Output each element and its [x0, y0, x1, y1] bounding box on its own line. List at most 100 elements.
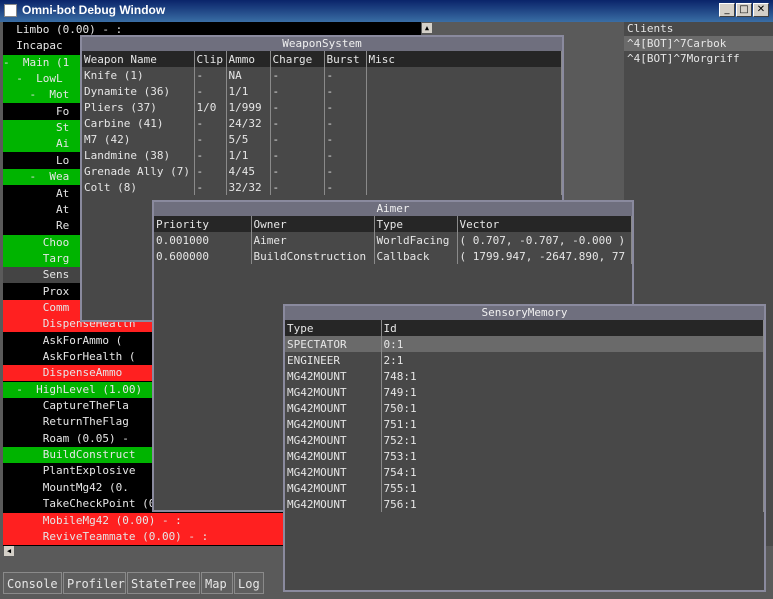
- table-cell: 0.001000: [154, 232, 252, 248]
- table-cell: 756:1: [381, 496, 764, 512]
- table-cell: MG42MOUNT: [285, 432, 382, 448]
- table-cell: 0.600000: [154, 248, 252, 264]
- column-header[interactable]: Charge: [270, 51, 325, 67]
- table-cell: 750:1: [381, 400, 764, 416]
- table-cell: BuildConstruction: [251, 248, 375, 264]
- sensory-table: Type Id SPECTATOR 0:1 ENGINEER 2:1 MG42MOUNT 7…: [285, 320, 764, 512]
- table-cell: [366, 115, 562, 131]
- column-header[interactable]: Type: [285, 320, 382, 336]
- table-cell: NA: [226, 67, 271, 83]
- scroll-left-icon[interactable]: ◀: [4, 546, 14, 556]
- table-cell: -: [194, 179, 227, 195]
- tab-profiler[interactable]: Profiler: [63, 572, 126, 594]
- aimer-table: Priority Owner Type Vector 0.001000 Aimer Wor…: [154, 216, 632, 264]
- table-row[interactable]: MG42MOUNT 749:1: [285, 384, 764, 400]
- tab-log[interactable]: Log: [234, 572, 264, 594]
- table-row[interactable]: 0.600000 BuildConstruction Callback( 1799.…: [154, 248, 632, 264]
- table-cell: -: [194, 163, 227, 179]
- table-cell: [366, 83, 562, 99]
- table-cell: Colt (8): [82, 179, 195, 195]
- table-cell: ( 1799.947, -2647.890, 77: [457, 248, 632, 264]
- table-cell: [366, 179, 562, 195]
- table-cell: 0:1: [381, 336, 764, 352]
- column-header[interactable]: Id: [381, 320, 764, 336]
- table-row[interactable]: MG42MOUNT 755:1: [285, 480, 764, 496]
- scroll-up-icon[interactable]: ▲: [422, 23, 432, 33]
- table-cell: -: [194, 147, 227, 163]
- table-cell: ( 0.707, -0.707, -0.000 ): [457, 232, 632, 248]
- table-cell: Callback: [374, 248, 458, 264]
- table-cell: -: [270, 131, 325, 147]
- table-cell: 4/45: [226, 163, 271, 179]
- table-row[interactable]: SPECTATOR 0:1: [285, 336, 764, 352]
- column-header[interactable]: Ammo: [226, 51, 271, 67]
- table-cell: -: [324, 99, 367, 115]
- clients-header: Clients: [627, 22, 674, 35]
- column-header[interactable]: Weapon Name: [82, 51, 195, 67]
- table-cell: 749:1: [381, 384, 764, 400]
- minimize-button[interactable]: _: [719, 3, 735, 17]
- table-cell: ENGINEER: [285, 352, 382, 368]
- table-row[interactable]: ENGINEER 2:1: [285, 352, 764, 368]
- table-row[interactable]: Landmine (38) -1/1- -: [82, 147, 562, 163]
- table-cell: 1/1: [226, 83, 271, 99]
- table-cell: MG42MOUNT: [285, 416, 382, 432]
- table-cell: MG42MOUNT: [285, 480, 382, 496]
- table-row[interactable]: MG42MOUNT 753:1: [285, 448, 764, 464]
- table-row[interactable]: MG42MOUNT 751:1: [285, 416, 764, 432]
- table-cell: -: [270, 147, 325, 163]
- column-header[interactable]: Clip: [194, 51, 227, 67]
- app-icon: [4, 4, 17, 17]
- table-row[interactable]: Pliers (37) 1/0 1/999- -: [82, 99, 562, 115]
- table-row[interactable]: Colt (8) -32/32- -: [82, 179, 562, 195]
- table-cell: [366, 67, 562, 83]
- table-cell: 5/5: [226, 131, 271, 147]
- table-row[interactable]: MG42MOUNT 754:1: [285, 464, 764, 480]
- client-item[interactable]: ^4[BOT]^7Morgriff: [624, 51, 773, 66]
- table-cell: MG42MOUNT: [285, 384, 382, 400]
- table-cell: MG42MOUNT: [285, 368, 382, 384]
- table-cell: 748:1: [381, 368, 764, 384]
- table-row[interactable]: Dynamite (36) -1/1- -: [82, 83, 562, 99]
- tab-statetree[interactable]: StateTree: [127, 572, 200, 594]
- table-row[interactable]: Knife (1) - NA - -: [82, 67, 562, 83]
- table-cell: SPECTATOR: [285, 336, 382, 352]
- table-cell: -: [270, 179, 325, 195]
- column-header[interactable]: Vector: [457, 216, 632, 232]
- sensory-memory-title: SensoryMemory: [285, 306, 764, 320]
- title-bar: Omni-bot Debug Window _ □ ✕: [0, 0, 773, 22]
- table-row[interactable]: MG42MOUNT 756:1: [285, 496, 764, 512]
- tab-map[interactable]: Map: [201, 572, 233, 594]
- sensory-memory-window[interactable]: SensoryMemory Type Id SPECTATOR 0:1 ENGINEE…: [283, 304, 766, 592]
- table-cell: MG42MOUNT: [285, 400, 382, 416]
- table-cell: 755:1: [381, 480, 764, 496]
- column-header[interactable]: Misc: [366, 51, 562, 67]
- column-header[interactable]: Priority: [154, 216, 252, 232]
- table-cell: Grenade Ally (7): [82, 163, 195, 179]
- table-row[interactable]: M7 (42) -5/5- -: [82, 131, 562, 147]
- client-list: ^4[BOT]^7Carbok ^4[BOT]^7Morgriff: [624, 36, 773, 66]
- table-cell: MG42MOUNT: [285, 464, 382, 480]
- table-cell: -: [194, 67, 227, 83]
- table-cell: 753:1: [381, 448, 764, 464]
- column-header[interactable]: Type: [374, 216, 458, 232]
- client-item[interactable]: ^4[BOT]^7Carbok: [624, 36, 773, 51]
- maximize-button[interactable]: □: [736, 3, 752, 17]
- column-header[interactable]: Burst: [324, 51, 367, 67]
- table-cell: [366, 131, 562, 147]
- table-cell: Landmine (38): [82, 147, 195, 163]
- table-row[interactable]: 0.001000 Aimer WorldFacing( 0.707, -0.707,…: [154, 232, 632, 248]
- table-cell: Carbine (41): [82, 115, 195, 131]
- table-row[interactable]: MG42MOUNT 748:1: [285, 368, 764, 384]
- table-cell: -: [270, 83, 325, 99]
- tab-console[interactable]: Console: [3, 572, 62, 594]
- table-cell: 1/999: [226, 99, 271, 115]
- column-header[interactable]: Owner: [251, 216, 375, 232]
- table-row[interactable]: MG42MOUNT 752:1: [285, 432, 764, 448]
- table-row[interactable]: MG42MOUNT 750:1: [285, 400, 764, 416]
- table-row[interactable]: Carbine (41) -24/32- -: [82, 115, 562, 131]
- table-cell: -: [324, 83, 367, 99]
- table-cell: -: [324, 67, 367, 83]
- table-row[interactable]: Grenade Ally (7) -4/45- -: [82, 163, 562, 179]
- close-button[interactable]: ✕: [753, 3, 769, 17]
